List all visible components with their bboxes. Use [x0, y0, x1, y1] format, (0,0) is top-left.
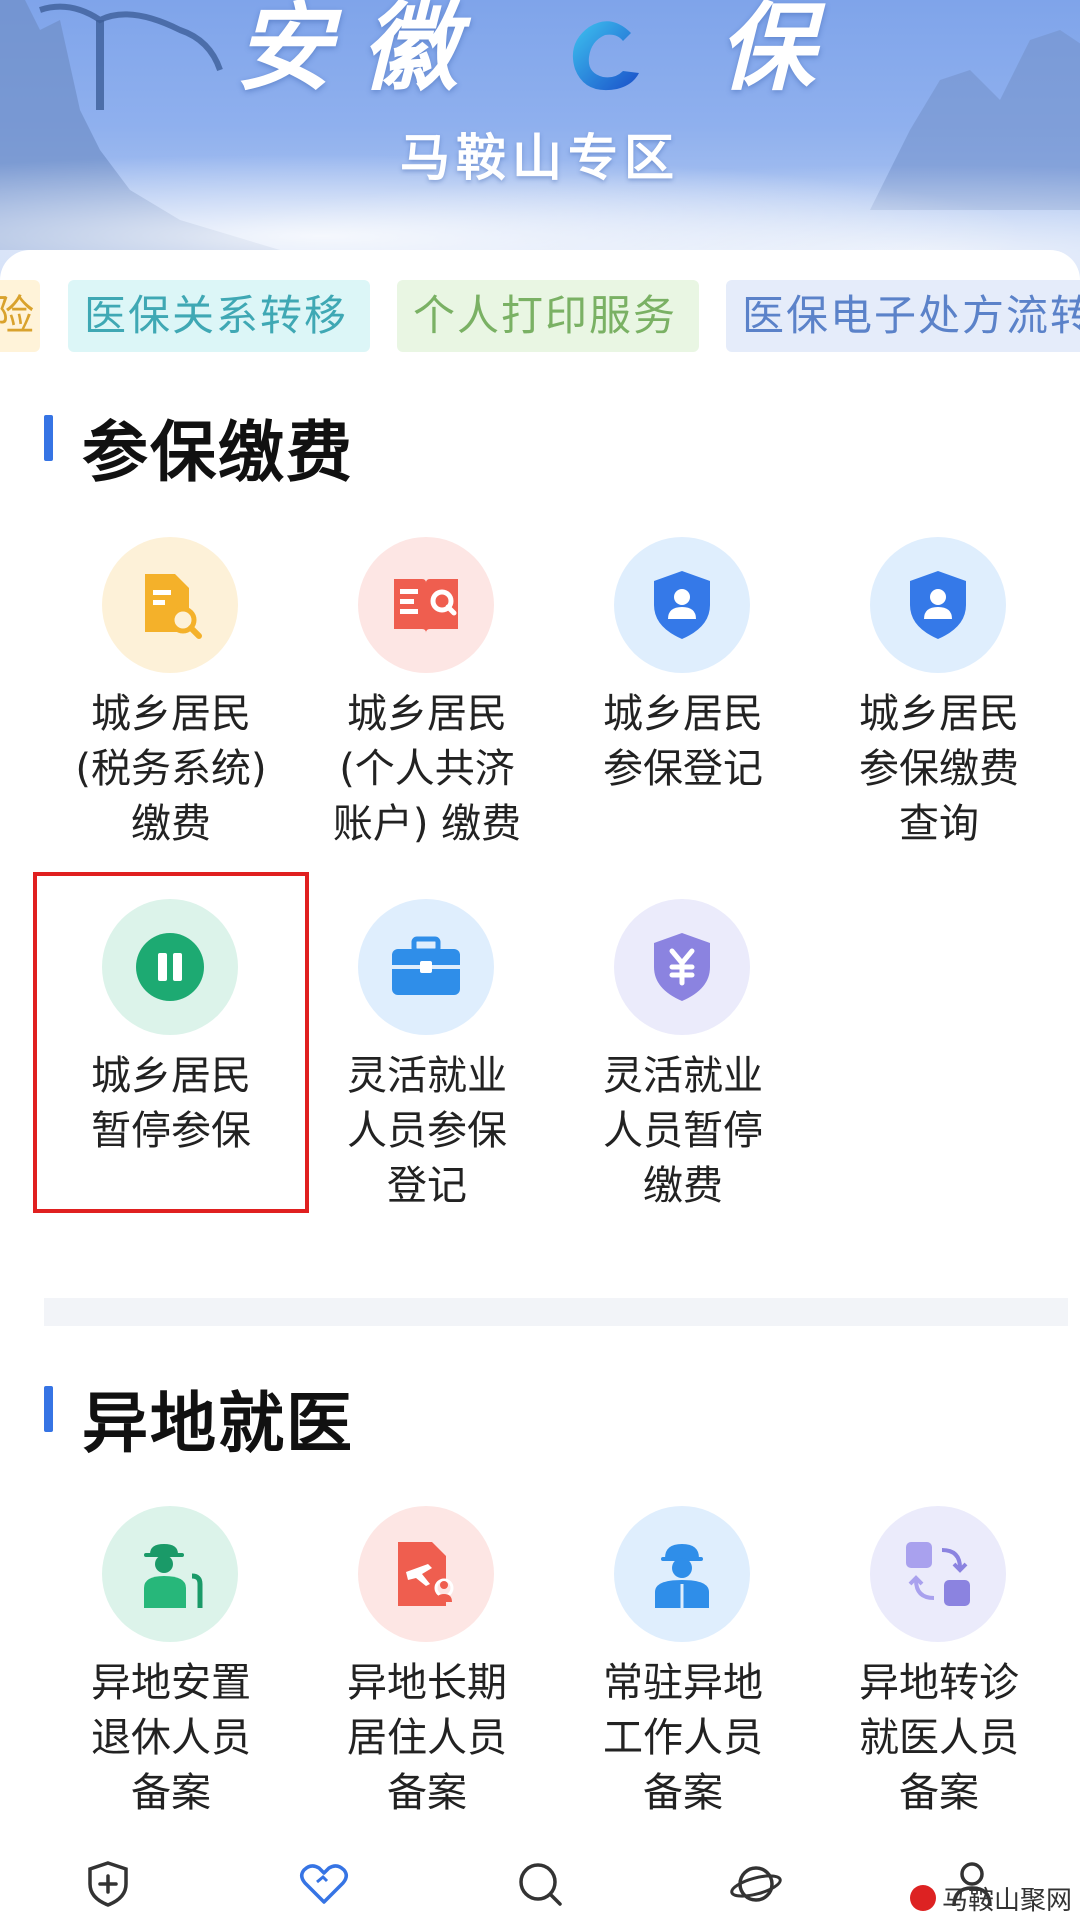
watermark-logo-icon: [909, 1885, 936, 1911]
icon-circle: [358, 537, 494, 673]
item-label: 城乡居民 (个人共济 账户) 缴费: [299, 687, 555, 852]
label-line: 暂停参保: [91, 1108, 251, 1154]
label-line: 账户) 缴费: [332, 801, 522, 847]
section-title: 异地就医: [82, 1385, 354, 1462]
heart-icon: [300, 1864, 348, 1904]
label-line: 备案: [387, 1770, 467, 1816]
shield-plus-icon: [88, 1861, 128, 1907]
icon-circle: [870, 1506, 1006, 1642]
item-label: 灵活就业 人员参保 登记: [299, 1049, 555, 1214]
icon-circle: [614, 1506, 750, 1642]
label-line: 异地安置: [91, 1660, 251, 1706]
label-line: 登记: [387, 1163, 467, 1209]
icon-circle: [614, 537, 750, 673]
icon-circle: [358, 899, 494, 1035]
label-line: 城乡居民: [91, 1053, 251, 1099]
label-line: 参保缴费: [859, 746, 1019, 792]
worker-icon: [655, 1544, 709, 1608]
nav-home[interactable]: [78, 1854, 138, 1914]
item-label: 灵活就业 人员暂停 缴费: [555, 1049, 811, 1214]
label-line: 灵活就业: [347, 1053, 507, 1099]
label-line: (个人共济: [339, 746, 515, 792]
zone-title: 马鞍山专区: [400, 129, 680, 187]
label-line: 常驻异地: [603, 1660, 763, 1706]
label-line: 城乡居民: [603, 691, 763, 737]
item-label: 异地安置 退休人员 备案: [43, 1656, 299, 1821]
label-line: 异地转诊: [859, 1660, 1019, 1706]
label-line: 备案: [131, 1770, 211, 1816]
label-line: 灵活就业: [603, 1053, 763, 1099]
item-label: 城乡居民 参保缴费 查询: [811, 687, 1067, 852]
label-line: (税务系统): [75, 746, 267, 792]
service-chips: 险 医保关系转移 个人打印服务 医保电子处方流转: [0, 280, 1080, 352]
bottom-nav: 马鞍山聚网: [0, 1840, 1080, 1921]
label-line: 城乡居民: [347, 691, 507, 737]
planet-icon: [730, 1866, 782, 1902]
document-search-icon: [145, 574, 202, 639]
label-line: 退休人员: [91, 1715, 251, 1761]
label-line: 人员参保: [347, 1108, 507, 1154]
item-label: 城乡居民 (税务系统) 缴费: [43, 687, 299, 852]
label-line: 缴费: [643, 1163, 723, 1209]
icon-circle: [870, 537, 1006, 673]
travel-document-icon: [398, 1542, 454, 1606]
transfer-icon: [906, 1542, 970, 1606]
briefcase-icon: [392, 936, 460, 995]
section-title: 参保缴费: [82, 414, 354, 491]
icon-circle: [102, 899, 238, 1035]
nav-search[interactable]: [510, 1854, 570, 1914]
label-line: 城乡居民: [91, 691, 251, 737]
label-line: 人员暂停: [603, 1108, 763, 1154]
item-label: 城乡居民 参保登记: [555, 687, 811, 797]
brand-right: 保: [718, 0, 845, 104]
icon-circle: [614, 899, 750, 1035]
shield-yen-icon: [654, 933, 710, 1001]
shield-user-icon: [910, 571, 966, 639]
brand-logo: 安徽 保: [0, 0, 1080, 109]
label-line: 异地长期: [347, 1660, 507, 1706]
watermark-text: 马鞍山聚网: [941, 1885, 1072, 1916]
label-line: 备案: [899, 1770, 979, 1816]
chip-partial[interactable]: 险: [0, 280, 40, 352]
label-line: 居住人员: [347, 1715, 507, 1761]
item-label: 常驻异地 工作人员 备案: [555, 1656, 811, 1821]
label-line: 参保登记: [603, 746, 763, 792]
chip-medical-transfer[interactable]: 医保关系转移: [68, 280, 370, 352]
chip-personal-print[interactable]: 个人打印服务: [397, 280, 699, 352]
shield-user-icon: [654, 571, 710, 639]
label-line: 工作人员: [603, 1715, 763, 1761]
watermark: 马鞍山聚网: [909, 1881, 1072, 1916]
header-banner: 安徽 保 马鞍山专区: [0, 0, 1080, 280]
icon-circle: [102, 1506, 238, 1642]
book-search-icon: [394, 579, 458, 633]
chip-e-prescription[interactable]: 医保电子处方流转: [726, 280, 1080, 352]
nav-health[interactable]: [294, 1854, 354, 1914]
icon-circle: [102, 537, 238, 673]
retiree-icon: [144, 1544, 203, 1608]
pause-icon: [136, 933, 204, 1001]
nav-explore[interactable]: [726, 1854, 786, 1914]
item-label: 异地转诊 就医人员 备案: [811, 1656, 1067, 1821]
icon-circle: [358, 1506, 494, 1642]
search-icon: [519, 1863, 562, 1906]
label-line: 缴费: [131, 801, 211, 847]
label-line: 城乡居民: [859, 691, 1019, 737]
label-line: 就医人员: [859, 1715, 1019, 1761]
section-accent-bar: [44, 1386, 53, 1432]
item-label: 异地长期 居住人员 备案: [299, 1656, 555, 1821]
brand-left: 安徽: [235, 0, 488, 104]
e-logo-icon: [572, 20, 639, 90]
section-accent-bar: [44, 415, 53, 461]
item-label: 城乡居民 暂停参保: [43, 1049, 299, 1159]
label-line: 查询: [899, 801, 979, 847]
label-line: 备案: [643, 1770, 723, 1816]
section-divider: [44, 1298, 1068, 1326]
